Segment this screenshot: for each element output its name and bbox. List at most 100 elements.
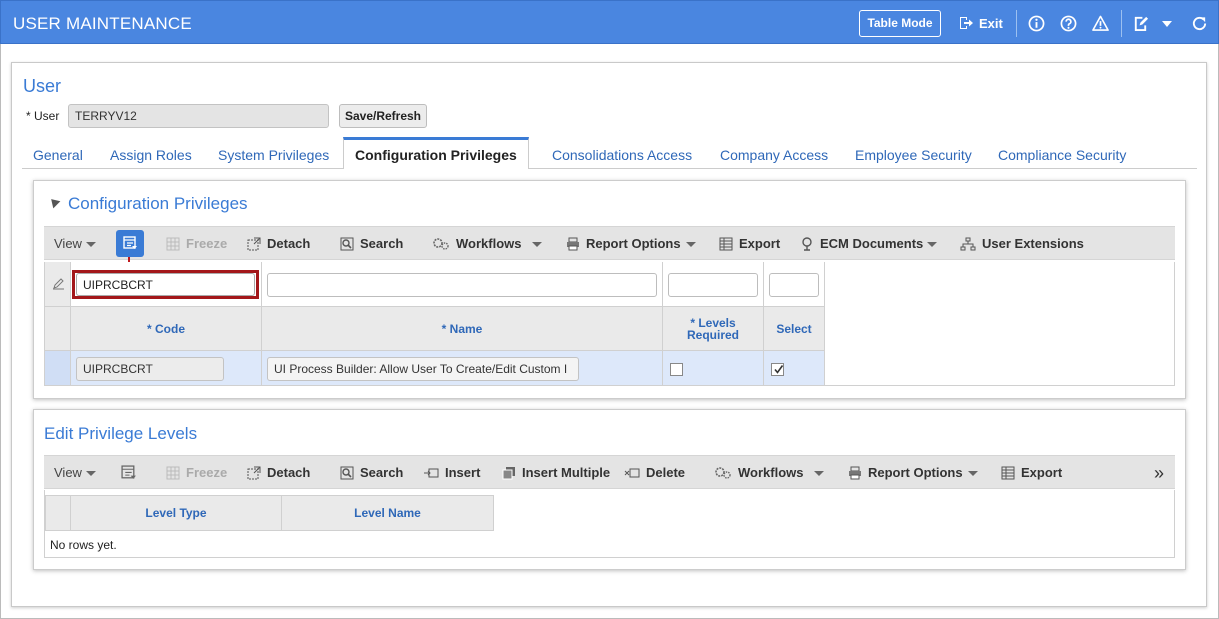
user-heading: User	[23, 76, 62, 96]
chevron-down-icon[interactable]	[86, 471, 96, 476]
tab-compliance-security[interactable]: Compliance Security	[998, 137, 1126, 169]
more-button[interactable]: »	[1154, 456, 1164, 490]
column-header-levels-required[interactable]: * Levels Required	[663, 307, 764, 351]
refresh-icon[interactable]	[1191, 15, 1208, 32]
freeze-button[interactable]: Freeze	[166, 456, 227, 490]
detach-label: Detach	[267, 465, 311, 480]
export-button[interactable]: Export	[1001, 456, 1062, 490]
search-icon	[340, 237, 354, 251]
chevron-down-icon[interactable]	[968, 471, 978, 476]
configuration-privileges-title: Configuration Privileges	[68, 194, 248, 213]
tab-configuration-privileges[interactable]: Configuration Privileges	[343, 137, 529, 169]
filter-row-gutter	[45, 262, 71, 307]
print-icon	[849, 466, 861, 480]
ecm-documents-button[interactable]: ECM Documents	[800, 227, 923, 261]
insert-button[interactable]: Insert	[423, 456, 480, 490]
export-icon	[719, 237, 733, 251]
print-icon	[567, 237, 579, 251]
exit-label: Exit	[979, 15, 1003, 31]
report-options-button[interactable]: Report Options	[566, 227, 681, 261]
chevron-down-icon[interactable]	[927, 242, 937, 247]
exit-button[interactable]: Exit	[958, 15, 1003, 31]
search-button[interactable]: Search	[340, 227, 403, 261]
report-options-label: Report Options	[868, 465, 963, 480]
search-button[interactable]: Search	[340, 456, 403, 490]
report-options-button[interactable]: Report Options	[848, 456, 963, 490]
save-refresh-button[interactable]: Save/Refresh	[339, 104, 427, 128]
row-name-field[interactable]: UI Process Builder: Allow User To Create…	[267, 357, 579, 381]
ecm-documents-label: ECM Documents	[820, 236, 924, 251]
warning-icon[interactable]	[1092, 15, 1109, 32]
user-extensions-button[interactable]: User Extensions	[960, 227, 1084, 261]
empty-message: No rows yet.	[50, 538, 117, 552]
pencil-icon	[53, 278, 64, 290]
detach-button[interactable]: Detach	[247, 227, 310, 261]
exit-icon	[960, 17, 973, 29]
tab-system-privileges[interactable]: System Privileges	[218, 137, 329, 169]
workflows-label: Workflows	[738, 465, 804, 480]
tab-consolidations-access[interactable]: Consolidations Access	[552, 137, 692, 169]
view-menu[interactable]: View	[54, 227, 82, 261]
tab-general[interactable]: General	[33, 137, 83, 169]
column-header-level-type[interactable]: Level Type	[71, 495, 282, 531]
insert-multiple-label: Insert Multiple	[522, 465, 611, 480]
tab-assign-roles[interactable]: Assign Roles	[110, 137, 192, 169]
chevron-down-icon[interactable]	[1162, 21, 1172, 27]
tab-employee-security[interactable]: Employee Security	[855, 137, 972, 169]
export-icon	[1001, 466, 1015, 480]
column-header-name[interactable]: * Name	[262, 307, 663, 351]
view-label: View	[54, 465, 82, 480]
info-icon[interactable]	[1028, 15, 1045, 32]
page-title: USER MAINTENANCE	[13, 14, 192, 33]
column-header-code[interactable]: * Code	[71, 307, 262, 351]
freeze-label: Freeze	[186, 236, 228, 251]
search-icon	[340, 466, 354, 480]
select-checkbox[interactable]	[771, 363, 784, 376]
user-label: * User	[26, 109, 60, 123]
filter-icon[interactable]	[121, 465, 137, 481]
chevron-down-icon[interactable]	[86, 242, 96, 247]
delete-button[interactable]: Delete	[624, 456, 685, 490]
tab-company-access[interactable]: Company Access	[720, 137, 828, 169]
detach-button[interactable]: Detach	[247, 456, 310, 490]
app-header: USER MAINTENANCE Table Mode Exit	[0, 0, 1219, 44]
chevron-down-icon[interactable]	[814, 471, 824, 476]
freeze-icon	[166, 237, 180, 251]
chevron-down-icon[interactable]	[686, 242, 696, 247]
table-mode-button[interactable]: Table Mode	[859, 10, 941, 37]
export-button[interactable]: Export	[719, 227, 780, 261]
levels-required-checkbox[interactable]	[670, 363, 683, 376]
header-gutter	[45, 307, 71, 351]
edit-privilege-levels-title: Edit Privilege Levels	[44, 424, 198, 443]
workflows-icon	[715, 467, 731, 479]
name-filter-input[interactable]	[267, 273, 657, 297]
workflows-button[interactable]: Workflows	[432, 227, 522, 261]
levels-required-filter-input[interactable]	[668, 273, 758, 297]
column-header-select[interactable]: Select	[764, 307, 825, 351]
insert-label: Insert	[445, 465, 481, 480]
search-label: Search	[360, 236, 404, 251]
export-label: Export	[1021, 465, 1063, 480]
delete-icon	[624, 468, 640, 478]
row-code-field[interactable]: UIPRCBCRT	[76, 357, 224, 381]
user-field[interactable]: TERRYV12	[68, 104, 329, 128]
notes-icon[interactable]	[1132, 15, 1149, 32]
workflows-button[interactable]: Workflows	[714, 456, 804, 490]
chevron-down-icon[interactable]	[532, 242, 542, 247]
highlight-box	[72, 270, 259, 299]
ecm-icon	[802, 237, 812, 251]
help-icon[interactable]	[1060, 15, 1077, 32]
freeze-button[interactable]: Freeze	[166, 227, 227, 261]
filter-button[interactable]	[116, 230, 144, 257]
filter-icon	[123, 236, 137, 249]
config-toolbar: View Freeze Detach Search Workflows Repo…	[44, 226, 1175, 260]
column-header-level-name[interactable]: Level Name	[282, 495, 494, 531]
insert-multiple-button[interactable]: Insert Multiple	[502, 456, 610, 490]
export-label: Export	[739, 236, 781, 251]
row-gutter[interactable]	[45, 351, 71, 386]
view-menu[interactable]: View	[54, 456, 82, 490]
checkmark-icon	[774, 365, 784, 374]
header-gutter	[45, 495, 71, 531]
select-filter-input[interactable]	[769, 273, 819, 297]
view-label: View	[54, 236, 82, 251]
